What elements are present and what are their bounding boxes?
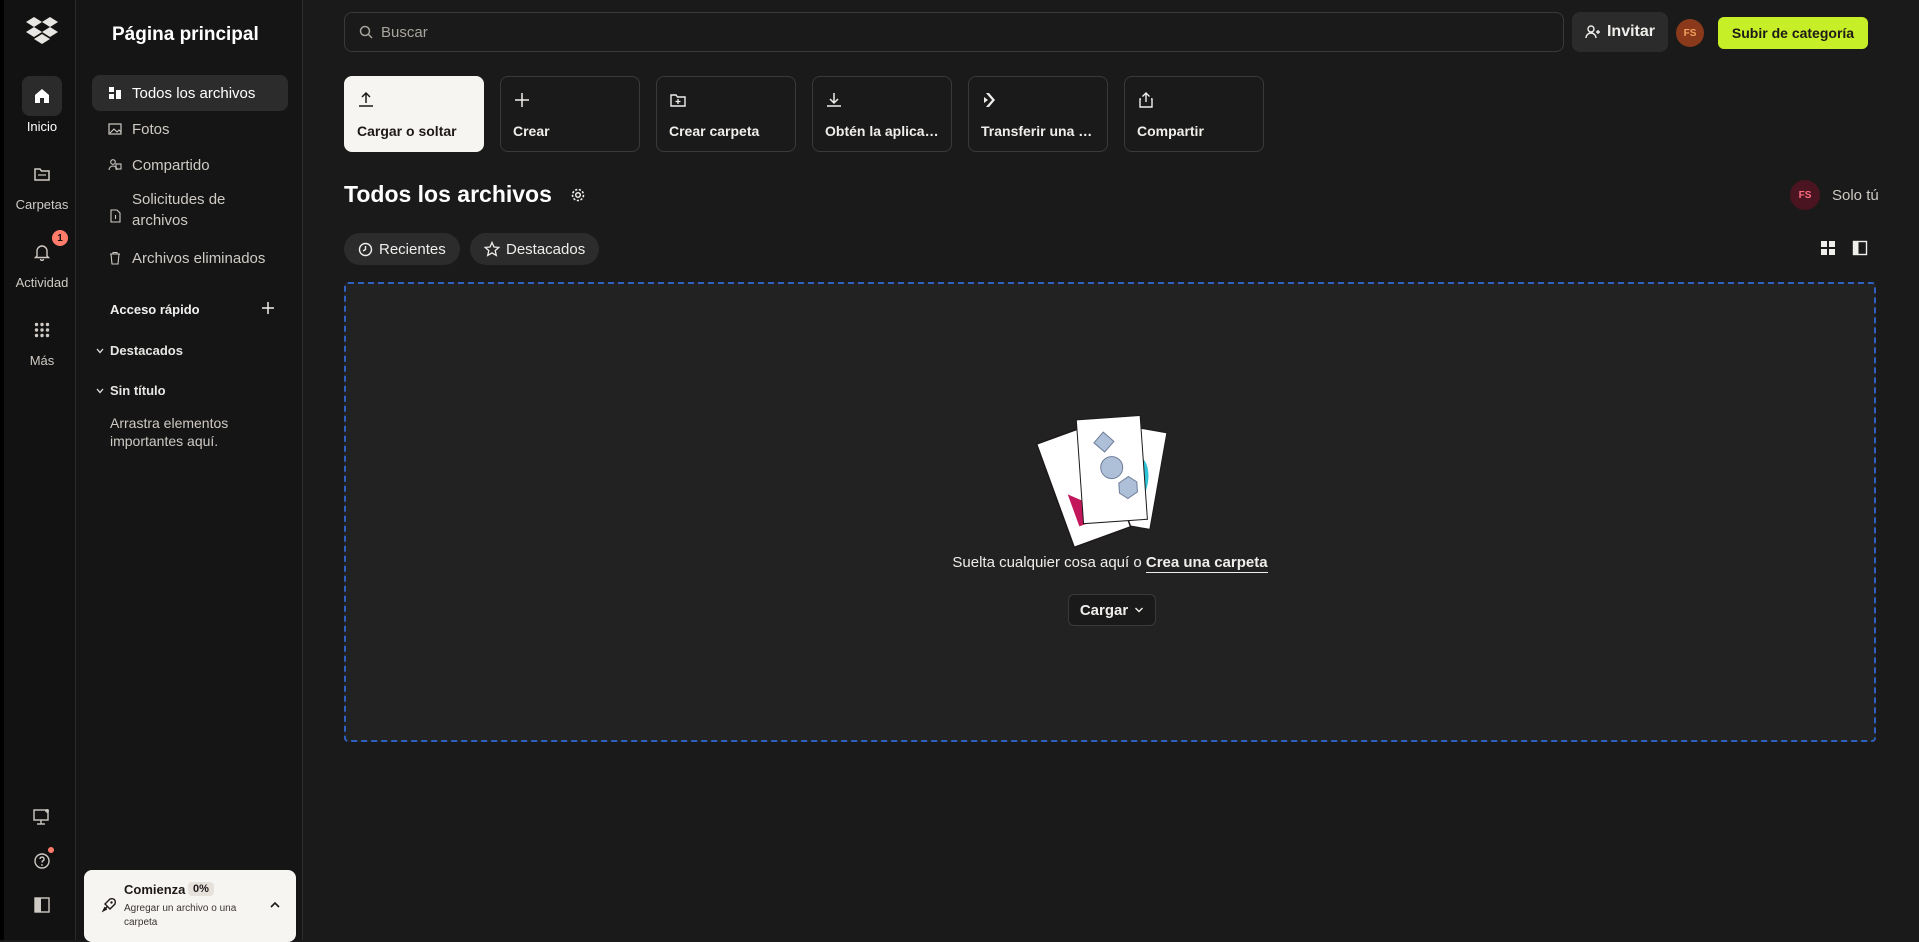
chevron-down-icon xyxy=(96,348,104,353)
create-tile[interactable]: Crear xyxy=(500,76,640,152)
rail-item-activity[interactable]: 1 Actividad xyxy=(4,230,80,290)
sidebar-item-label: Solicitudes de archivos xyxy=(132,191,226,229)
rail-label-home: Inicio xyxy=(26,119,58,134)
upload-dropdown-label: Cargar xyxy=(1079,601,1129,619)
get-app-tile[interactable]: Obtén la aplicación xyxy=(812,76,952,152)
home-icon xyxy=(22,76,62,116)
file-request-icon xyxy=(110,209,121,223)
user-avatar[interactable]: FS xyxy=(1676,19,1704,47)
transfer-tile[interactable]: Transferir una copia xyxy=(968,76,1108,152)
clock-icon xyxy=(358,242,373,256)
recent-chip[interactable]: Recientes xyxy=(344,233,460,265)
sidebar-item-label: Fotos xyxy=(132,120,170,138)
sharing-status[interactable]: FS Solo tú xyxy=(1790,180,1879,210)
transfer-icon xyxy=(984,93,995,107)
group-label: Destacados xyxy=(110,343,183,358)
tile-label: Crear xyxy=(513,123,550,139)
share-icon xyxy=(1139,92,1153,108)
chevron-up-icon[interactable] xyxy=(268,898,282,912)
chip-label: Recientes xyxy=(379,240,446,258)
create-folder-link[interactable]: Crea una carpeta xyxy=(1145,554,1268,573)
details-panel-icon[interactable] xyxy=(1852,240,1868,256)
group-untitled[interactable]: Sin título xyxy=(96,383,166,398)
sidebar-item-deleted[interactable]: Archivos eliminados xyxy=(92,240,288,276)
files-icon xyxy=(109,87,121,99)
start-card-subtitle: Agregar un archivo o una carpeta xyxy=(124,903,237,928)
share-tile[interactable]: Compartir xyxy=(1124,76,1264,152)
drop-instructions: Suelta cualquier cosa aquí o Crea una ca… xyxy=(346,554,1874,573)
shared-icon xyxy=(108,159,122,171)
invite-label: Invitar xyxy=(1606,23,1655,40)
tile-label: Cargar o soltar xyxy=(357,123,457,139)
chip-label: Destacados xyxy=(506,240,586,258)
upgrade-button[interactable]: Subir de categoría xyxy=(1718,17,1868,49)
empty-state-illustration xyxy=(1035,414,1168,549)
notification-badge: 1 xyxy=(52,230,68,246)
rail-label-more: Más xyxy=(29,353,55,368)
rail-item-folders[interactable]: Carpetas xyxy=(4,154,80,212)
rail-item-home[interactable]: Inicio xyxy=(4,76,80,134)
sidebar-item-label: Compartido xyxy=(132,156,210,174)
upload-tile[interactable]: Cargar o soltar xyxy=(344,76,484,152)
owner-avatar: FS xyxy=(1790,180,1820,210)
search-input[interactable]: Buscar xyxy=(344,12,1564,52)
group-starred[interactable]: Destacados xyxy=(96,343,183,358)
chevron-down-icon xyxy=(1135,607,1144,613)
upload-dropdown-button[interactable]: Cargar xyxy=(1068,594,1156,626)
invite-button[interactable]: Invitar xyxy=(1572,12,1668,52)
search-placeholder: Buscar xyxy=(381,23,428,41)
sidebar-title: Página principal xyxy=(112,24,259,45)
photo-icon xyxy=(108,123,122,135)
help-alert-dot xyxy=(48,847,54,853)
left-rail: Inicio Carpetas 1 Actividad Más xyxy=(0,0,76,940)
folder-icon xyxy=(22,154,62,194)
drop-zone[interactable]: Suelta cualquier cosa aquí o Crea una ca… xyxy=(344,282,1876,742)
upload-icon xyxy=(359,91,373,107)
drop-text: Suelta cualquier cosa aquí o xyxy=(952,554,1142,571)
add-user-icon xyxy=(1585,25,1600,39)
tile-label: Crear carpeta xyxy=(669,123,760,139)
quick-access-heading: Acceso rápido xyxy=(110,302,200,317)
start-card-title: Comienza xyxy=(124,882,186,897)
star-icon xyxy=(484,241,500,257)
dropbox-logo-icon[interactable] xyxy=(26,16,58,46)
sidebar-toggle-icon[interactable] xyxy=(4,896,80,914)
sidebar-item-file-requests[interactable]: Solicitudes de archivos xyxy=(92,183,288,231)
getting-started-card[interactable]: Comienza 0% Agregar un archivo o una car… xyxy=(84,870,296,942)
grid-view-icon[interactable] xyxy=(1820,240,1836,256)
plus-icon xyxy=(515,93,529,107)
desktop-app-icon[interactable] xyxy=(4,808,80,826)
sidebar: Página principal Todos los archivos Foto… xyxy=(76,0,303,940)
quick-access-hint: Arrastra elementos importantes aquí. xyxy=(110,415,229,449)
download-icon xyxy=(827,93,841,107)
starred-chip[interactable]: Destacados xyxy=(470,233,600,265)
gear-icon[interactable] xyxy=(570,187,586,203)
tile-label: Transferir una copia xyxy=(981,123,1099,139)
add-quick-access-icon[interactable] xyxy=(260,300,276,316)
tile-label: Obtén la aplicación xyxy=(825,123,943,139)
group-label: Sin título xyxy=(110,383,166,398)
create-folder-tile[interactable]: Crear carpeta xyxy=(656,76,796,152)
sidebar-item-all-files[interactable]: Todos los archivos xyxy=(92,75,288,111)
search-icon xyxy=(359,25,373,39)
trash-icon xyxy=(110,251,120,265)
grid-icon xyxy=(22,310,62,350)
start-card-progress: 0% xyxy=(188,882,214,896)
sidebar-item-photos[interactable]: Fotos xyxy=(92,111,288,147)
rail-label-activity: Actividad xyxy=(15,275,69,290)
sharing-label: Solo tú xyxy=(1832,186,1879,204)
page-title: Todos los archivos xyxy=(344,181,552,207)
chevron-down-icon xyxy=(96,388,104,393)
sidebar-item-label: Todos los archivos xyxy=(132,84,256,102)
rocket-icon xyxy=(101,898,116,913)
rail-item-more[interactable]: Más xyxy=(4,310,80,368)
sidebar-item-shared[interactable]: Compartido xyxy=(92,147,288,183)
sidebar-item-label: Archivos eliminados xyxy=(132,249,266,267)
tile-label: Compartir xyxy=(1137,123,1204,139)
help-icon[interactable] xyxy=(4,847,80,870)
folder-plus-icon xyxy=(670,94,686,107)
rail-label-folders: Carpetas xyxy=(15,197,69,212)
